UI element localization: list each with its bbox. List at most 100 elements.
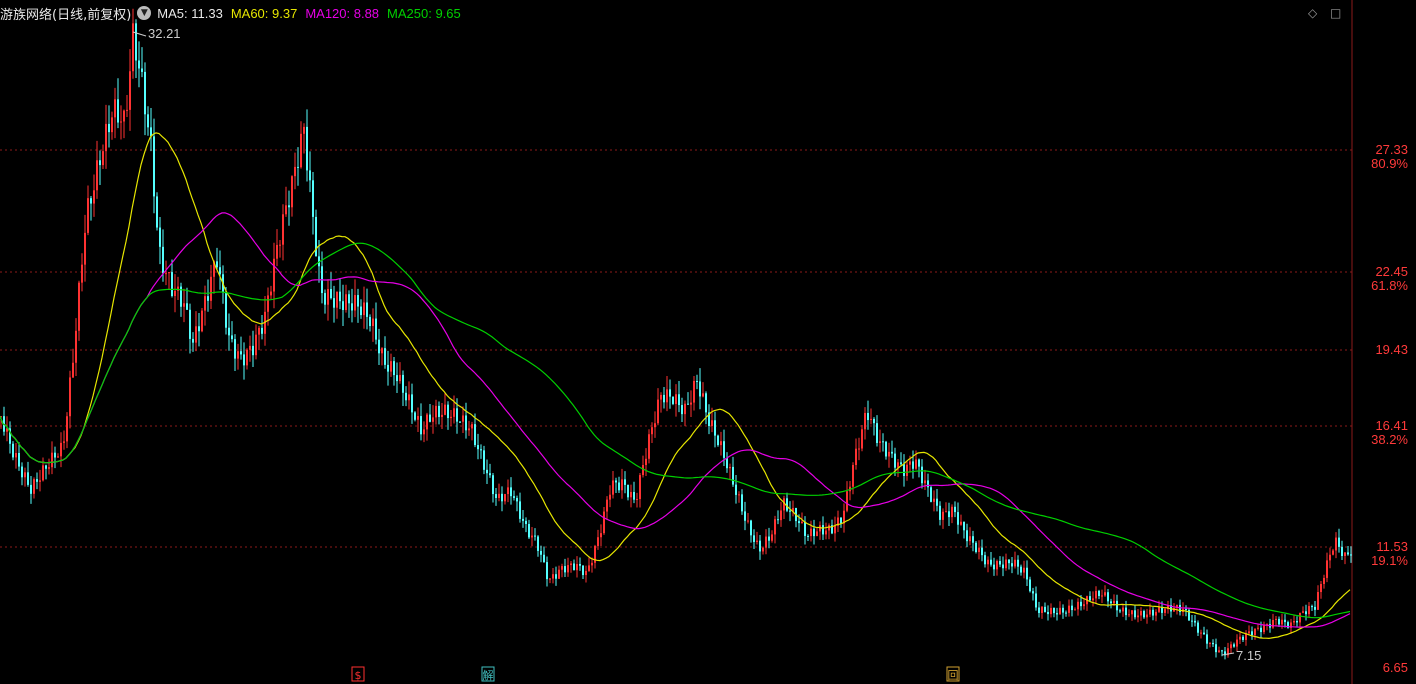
candle-body bbox=[405, 392, 407, 401]
chevron-down-icon[interactable]: ▼ bbox=[137, 6, 152, 20]
candle-body bbox=[177, 286, 179, 291]
candle-body bbox=[1113, 600, 1115, 604]
candle-body bbox=[36, 479, 38, 482]
candle-body bbox=[252, 345, 254, 356]
candle-body bbox=[231, 335, 233, 340]
candle-body bbox=[981, 547, 983, 556]
candle-body bbox=[1062, 607, 1064, 613]
candle-body bbox=[996, 561, 998, 570]
diamond-icon[interactable]: ◇ bbox=[1308, 6, 1317, 20]
candle-body bbox=[69, 377, 71, 417]
candle-body bbox=[237, 351, 239, 359]
candle-body bbox=[153, 136, 155, 197]
candle-body bbox=[1104, 592, 1106, 596]
candle-body bbox=[258, 327, 260, 335]
candle-body bbox=[1164, 609, 1166, 613]
candle-body bbox=[54, 452, 56, 458]
candle-body bbox=[333, 298, 335, 308]
candle-body bbox=[12, 443, 14, 458]
candle-body bbox=[705, 393, 707, 413]
candle-body bbox=[939, 505, 941, 520]
candle-body bbox=[270, 291, 272, 296]
candle-body bbox=[492, 475, 494, 495]
candle-body bbox=[87, 198, 89, 233]
candle-body bbox=[1194, 620, 1196, 623]
candle-body bbox=[753, 535, 755, 542]
candle-body bbox=[1185, 608, 1187, 611]
candle-body bbox=[834, 525, 836, 534]
candle-body bbox=[225, 291, 227, 328]
candle-body bbox=[1329, 554, 1331, 561]
candle-body bbox=[1083, 604, 1085, 607]
candle-body bbox=[1320, 583, 1322, 593]
candle-body bbox=[1308, 606, 1310, 615]
candle-body bbox=[81, 264, 83, 283]
candle-body bbox=[1215, 644, 1217, 653]
candle-body bbox=[1044, 606, 1046, 612]
candle-body bbox=[99, 160, 101, 166]
candle-body bbox=[1029, 579, 1031, 592]
candle-body bbox=[1236, 639, 1238, 647]
candle-body bbox=[990, 559, 992, 565]
candle-body bbox=[303, 126, 305, 134]
candle-body bbox=[945, 511, 947, 513]
candle-body bbox=[294, 166, 296, 177]
candle-body bbox=[978, 547, 980, 553]
candle-body bbox=[24, 472, 26, 478]
candle-body bbox=[210, 276, 212, 301]
candle-body bbox=[672, 396, 674, 404]
candle-body bbox=[735, 484, 737, 495]
candle-body bbox=[873, 418, 875, 424]
candle-body bbox=[369, 316, 371, 327]
candle-body bbox=[564, 566, 566, 573]
candle-body bbox=[390, 361, 392, 372]
candle-body bbox=[765, 536, 767, 548]
candle-body bbox=[1005, 559, 1007, 569]
candle-body bbox=[696, 380, 698, 382]
candle-body bbox=[960, 521, 962, 525]
candle-body bbox=[78, 282, 80, 331]
candle-body bbox=[612, 480, 614, 495]
candle-body bbox=[822, 525, 824, 535]
candle-body bbox=[807, 535, 809, 537]
candle-body bbox=[1281, 619, 1283, 625]
candle-body bbox=[1254, 628, 1256, 636]
candle-body bbox=[855, 448, 857, 466]
candle-body bbox=[171, 272, 173, 297]
candle-body bbox=[384, 348, 386, 365]
candle-body bbox=[636, 499, 638, 501]
candle-body bbox=[1212, 642, 1214, 645]
candle-body bbox=[1026, 567, 1028, 580]
candle-body bbox=[1050, 607, 1052, 615]
candle-body bbox=[747, 520, 749, 522]
candle-body bbox=[1221, 650, 1223, 652]
candle-body bbox=[330, 289, 332, 299]
candle-body bbox=[606, 499, 608, 512]
window-icon[interactable]: □ bbox=[1330, 6, 1341, 20]
candle-body bbox=[276, 244, 278, 259]
candle-body bbox=[306, 126, 308, 171]
candle-body bbox=[603, 511, 605, 534]
candle-body bbox=[531, 535, 533, 538]
candle-body bbox=[174, 290, 176, 297]
candle-body bbox=[1272, 619, 1274, 628]
candle-body bbox=[582, 565, 584, 576]
candle-body bbox=[426, 414, 428, 430]
candle-body bbox=[420, 416, 422, 435]
candle-body bbox=[1149, 609, 1151, 615]
candle-body bbox=[267, 295, 269, 312]
candle-body bbox=[117, 99, 119, 123]
candle-body bbox=[870, 418, 872, 421]
candle-body bbox=[540, 550, 542, 555]
candle-body bbox=[1134, 610, 1136, 618]
candle-body bbox=[423, 429, 425, 435]
candle-body bbox=[1125, 607, 1127, 616]
candle-body bbox=[846, 491, 848, 511]
candle-body bbox=[1323, 577, 1325, 584]
candle-body bbox=[189, 309, 191, 339]
candle-body bbox=[759, 540, 761, 552]
candle-body bbox=[615, 480, 617, 483]
candle-body bbox=[963, 521, 965, 531]
candle-body bbox=[1293, 620, 1295, 623]
candle-body bbox=[828, 525, 830, 531]
